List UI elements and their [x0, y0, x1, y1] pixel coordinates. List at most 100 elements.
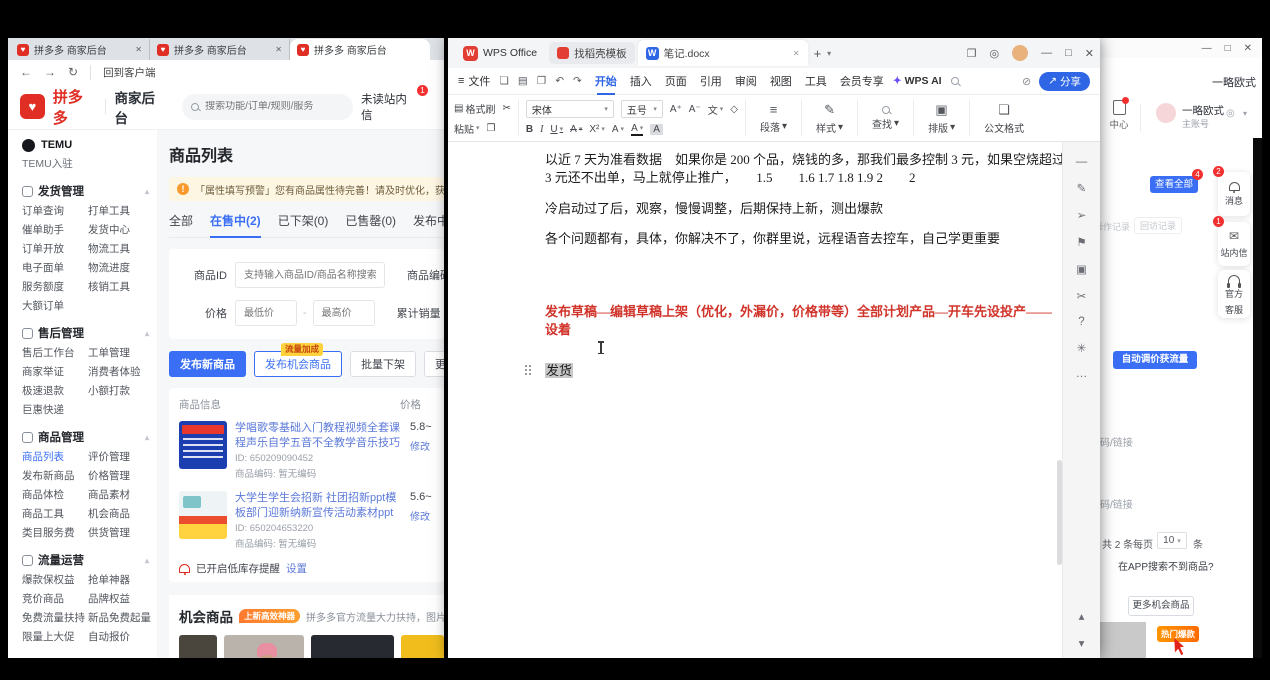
opportunity-image-yellow[interactable] [401, 635, 444, 658]
paste-button[interactable]: 粘贴▾ [454, 121, 480, 136]
sidebar-item-temu-join[interactable]: TEMU入驻 [22, 155, 157, 174]
status-tab[interactable]: 已售罄(0) [345, 212, 396, 229]
tab-close-icon[interactable]: ✕ [275, 45, 282, 54]
batch-delist-button[interactable]: 批量下架 [350, 351, 416, 377]
back-icon[interactable]: ← [20, 65, 32, 79]
official-service-button[interactable]: 官方 客服 [1218, 270, 1250, 318]
layout-group-button[interactable]: ▣ 排版▾ [921, 98, 962, 138]
auto-price-button[interactable]: 自动调价获流量 [1113, 351, 1197, 369]
pdd-search-box[interactable] [182, 94, 353, 120]
close-icon[interactable]: ✕ [1085, 47, 1094, 60]
sidebar-link[interactable]: 商品列表 [22, 448, 88, 467]
paragraph-group-button[interactable]: ≡ 段落▾ [753, 98, 794, 138]
sidebar-link[interactable]: 发货中心 [88, 221, 152, 240]
browser-tab[interactable]: ♥ 拼多多 商家后台 ✕ [150, 39, 290, 60]
sidebar-link[interactable]: 类目服务费 [22, 524, 88, 543]
maximize-icon[interactable]: □ [1225, 43, 1231, 54]
page-up-icon[interactable]: ▴ [1079, 609, 1085, 623]
sidebar-link[interactable]: 服务额度 [22, 278, 88, 297]
bookmark-client-link[interactable]: 回到客户端 [90, 65, 156, 80]
message-center-item[interactable]: 中心 [1105, 100, 1133, 131]
find-group-button[interactable]: 查找▾ [865, 98, 906, 138]
phonetic-guide-button[interactable]: 文▾ [708, 102, 724, 117]
save-icon[interactable]: ▤ [518, 75, 528, 87]
new-tab-icon[interactable]: + [811, 46, 825, 61]
price-min-input[interactable] [235, 300, 297, 326]
selected-text[interactable]: 发货 [545, 363, 573, 378]
redo-icon[interactable]: ↷ [573, 75, 582, 87]
ribbon-tab[interactable]: 工具 [805, 73, 827, 89]
forward-icon[interactable]: → [44, 65, 56, 79]
edit-price-link[interactable]: 修改 [410, 508, 440, 523]
settings-icon[interactable]: ◎ [1226, 108, 1235, 119]
image-tool-icon[interactable]: ▣ [1076, 262, 1087, 276]
ribbon-tab[interactable]: 审阅 [735, 73, 757, 89]
ribbon-tab[interactable]: 页面 [665, 73, 687, 89]
wps-home-tab[interactable]: W WPS Office [454, 38, 546, 68]
flag-icon[interactable]: ⚑ [1076, 235, 1086, 249]
message-button[interactable]: 消息 [1218, 172, 1250, 216]
more-button[interactable]: 更多 ▾ [424, 351, 444, 377]
sidebar-link[interactable]: 抢单神器 [88, 571, 152, 590]
browser-tab[interactable]: ♥ 拼多多 商家后台 ✕ [10, 39, 150, 60]
sidebar-link[interactable]: 售后工作台 [22, 344, 88, 363]
sidebar-link[interactable]: 新品免费起量 [88, 609, 152, 628]
new-doc-icon[interactable]: ❏ [499, 75, 508, 87]
doc-line[interactable]: 设着 [545, 321, 1037, 339]
product-thumbnail[interactable] [179, 491, 227, 539]
sidebar-link[interactable]: 物流进度 [88, 259, 152, 278]
opportunity-image-car[interactable] [311, 635, 394, 658]
protect-icon[interactable]: ⊘ [1022, 75, 1031, 88]
status-tab[interactable]: 发布中(0) [413, 212, 444, 229]
sidebar-link[interactable]: 核销工具 [88, 278, 152, 297]
document-page[interactable]: 以近 7 天为准看数据 如果你是 200 个品，烧钱的多，那我们最多控制 3 元… [448, 142, 1062, 658]
doc-line[interactable]: 以近 7 天为准看数据 如果你是 200 个品，烧钱的多，那我们最多控制 3 元… [545, 151, 1037, 169]
product-title-link[interactable]: 大学生学生会招新 社团招新ppt模板部门迎新纳新宣传活动素材ppt [235, 491, 402, 521]
app-search-tip-link[interactable]: 在APP搜索不到商品? [1118, 558, 1214, 573]
account-avatar[interactable] [1156, 103, 1176, 123]
publish-product-button[interactable]: 发布新商品 [169, 351, 246, 377]
user-avatar[interactable] [1012, 45, 1028, 61]
doc-paragraph[interactable]: 冷启动过了后，观察，慢慢调整，后期保持上新，测出爆款 [545, 200, 1037, 218]
sidebar-link[interactable]: 巨惠快递 [22, 401, 88, 420]
sidebar-link[interactable]: 品牌权益 [88, 590, 152, 609]
italic-button[interactable]: I [540, 124, 543, 135]
unread-mail-link[interactable]: 未读站内信 1 [361, 91, 418, 123]
wps-ai-button[interactable]: ✦ WPS AI [893, 75, 942, 87]
drag-handle-icon[interactable] [525, 365, 533, 377]
sidebar-link[interactable]: 极速退款 [22, 382, 88, 401]
minimize-icon[interactable]: — [1041, 47, 1052, 59]
product-id-input[interactable] [235, 262, 385, 288]
edit-price-link[interactable]: 修改 [410, 438, 440, 453]
grow-font-button[interactable]: A⁺ [670, 104, 682, 115]
sidebar-link[interactable]: 限量上大促 [22, 628, 88, 647]
view-all-button[interactable]: 查看全部 [1150, 176, 1198, 193]
snip-icon[interactable]: ✂ [1077, 289, 1087, 303]
more-opportunity-button[interactable]: 更多机会商品 [1128, 596, 1194, 616]
more-icon[interactable]: … [1076, 368, 1088, 380]
sidebar-link[interactable]: 商家举证 [22, 363, 88, 382]
attribute-warning-banner[interactable]: ! 「属性填写预警」您有商品属性待完善！请及时优化，获得更多精准流量！ [169, 177, 444, 201]
doc-paragraph-red[interactable]: 发布草稿—编辑草稿上架（优化，外漏价，价格带等）全部计划产品—开车先设投产—— … [545, 303, 1037, 339]
opportunity-image-person[interactable] [224, 635, 305, 658]
select-cursor-icon[interactable]: ➢ [1077, 208, 1087, 222]
print-icon[interactable]: ❐ [537, 75, 546, 87]
font-size-select[interactable]: 五号▾ [621, 100, 663, 118]
wps-docer-tab[interactable]: 找稻壳模板 [549, 42, 635, 64]
sidebar-link[interactable]: 机会商品 [88, 505, 152, 524]
ribbon-tab[interactable]: 会员专享 [840, 73, 884, 89]
low-stock-settings-link[interactable]: 设置 [286, 561, 307, 576]
shrink-font-button[interactable]: A⁻ [689, 104, 701, 115]
font-color-button[interactable]: A▾ [631, 123, 643, 136]
sidebar-section-traffic[interactable]: 流量运营 ▴ [22, 552, 149, 568]
ribbon-tab[interactable]: 插入 [630, 73, 652, 89]
opportunity-image-chair[interactable] [179, 635, 217, 658]
sidebar-item-temu[interactable]: TEMU [22, 135, 157, 155]
publish-opportunity-button[interactable]: 发布机会商品 流量加成 [254, 351, 342, 377]
sidebar-link[interactable]: 发布新商品 [22, 467, 88, 486]
doc-paragraph-selected[interactable]: 发货 [545, 362, 1037, 380]
sidebar-link[interactable]: 打单工具 [88, 202, 152, 221]
file-menu[interactable]: ≡ 文件 [458, 73, 490, 89]
ribbon-search-icon[interactable] [951, 77, 959, 85]
wps-doc-tab[interactable]: W 笔记.docx ✕ [638, 40, 808, 66]
